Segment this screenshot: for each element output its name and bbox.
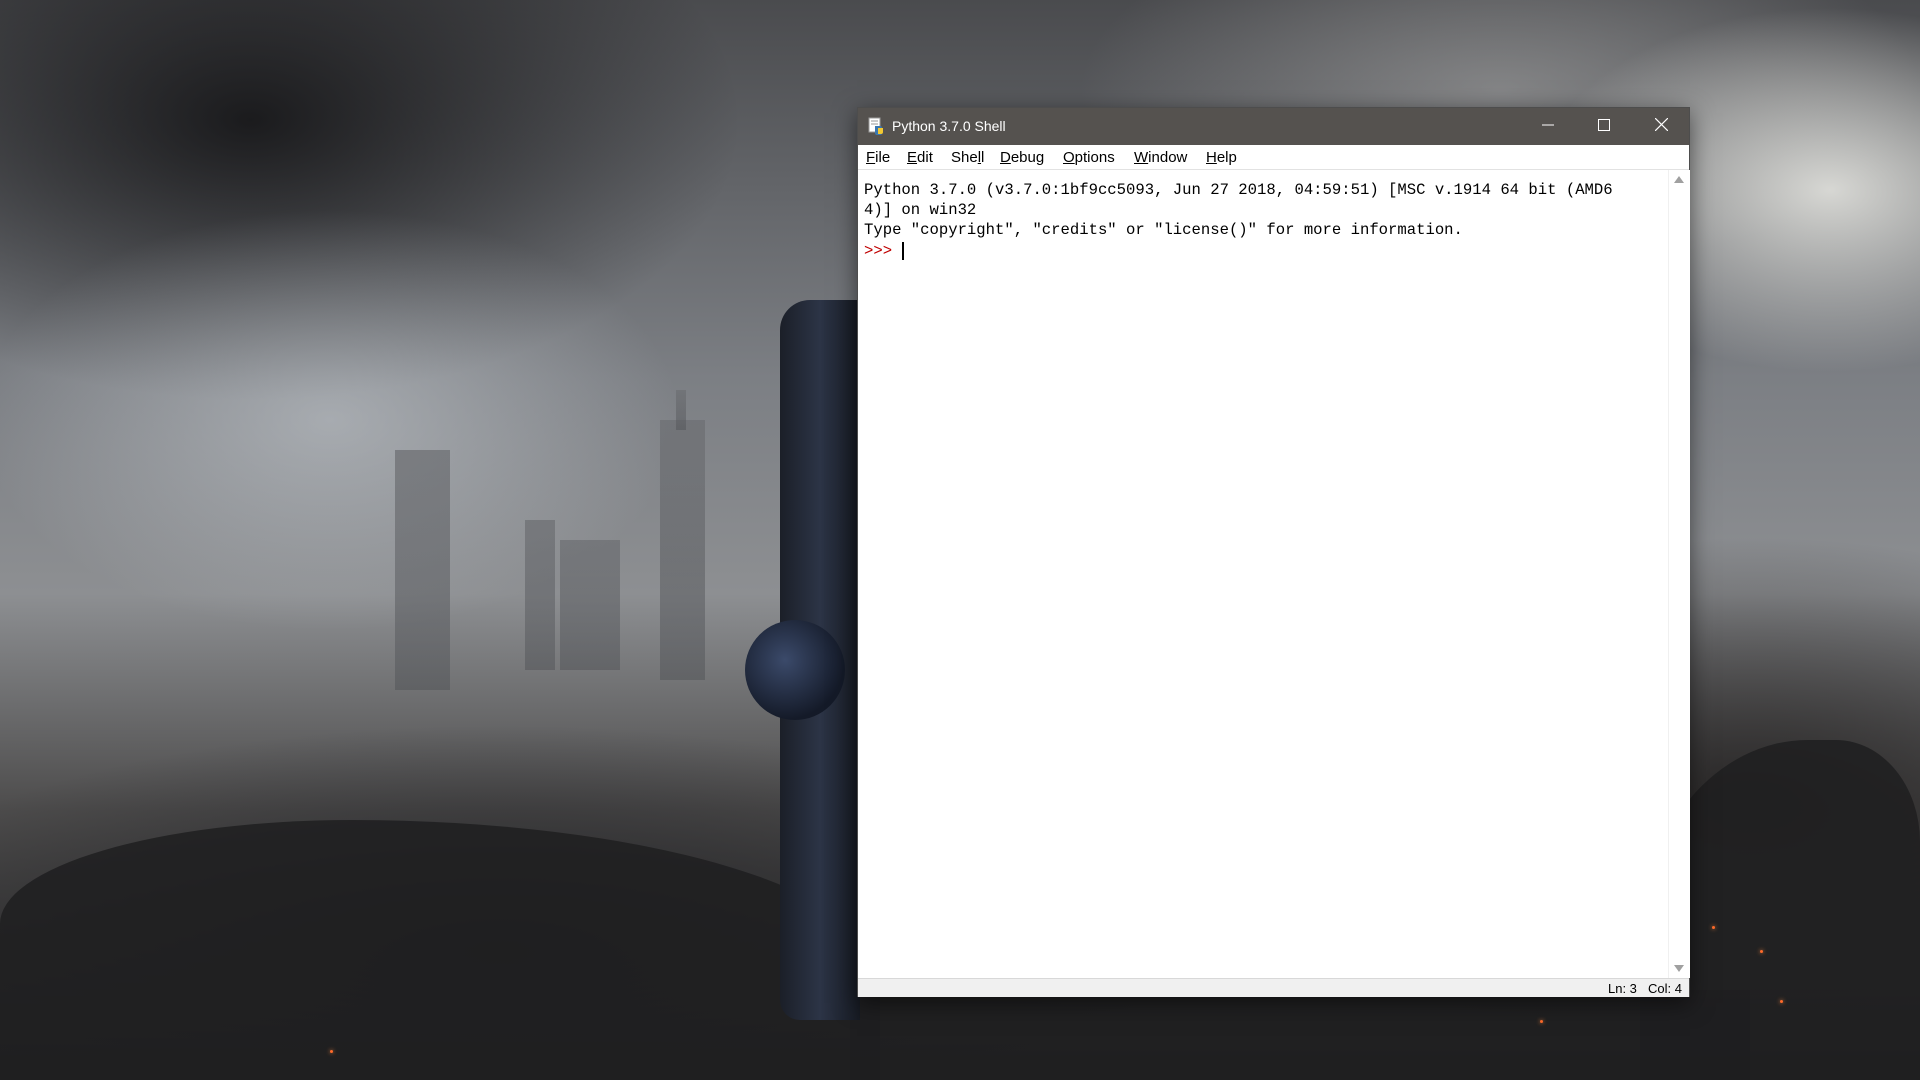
- menu-debug-mnemonic: D: [1000, 149, 1011, 166]
- status-line-number: Ln: 3: [1608, 981, 1637, 996]
- menu-shell-label-start: She: [951, 149, 978, 166]
- window-title: Python 3.7.0 Shell: [892, 118, 1006, 134]
- menu-window[interactable]: Window: [1134, 149, 1187, 166]
- wallpaper-ember: [1760, 950, 1763, 953]
- close-button[interactable]: [1633, 108, 1689, 145]
- wallpaper-tower: [525, 520, 555, 670]
- vertical-scrollbar[interactable]: [1668, 170, 1690, 978]
- menu-bar: File Edit Shell Debug Options Window Hel…: [858, 145, 1689, 170]
- shell-banner-line: Python 3.7.0 (v3.7.0:1bf9cc5093, Jun 27 …: [864, 181, 1613, 199]
- menu-options-mnemonic: O: [1063, 149, 1075, 166]
- menu-debug-label: ebug: [1010, 149, 1045, 166]
- menu-help-label: elp: [1216, 149, 1237, 166]
- wallpaper-ember: [1712, 926, 1715, 929]
- wallpaper-rubble: [850, 990, 1750, 1080]
- status-bar: Ln: 3 Col: 4: [858, 978, 1689, 997]
- minimize-button[interactable]: [1520, 108, 1576, 145]
- text-cursor: [902, 242, 904, 260]
- menu-file-mnemonic: F: [866, 149, 876, 166]
- minimize-icon: [1542, 118, 1554, 136]
- shell-prompt: >>>: [864, 242, 902, 260]
- wallpaper-tower: [676, 390, 686, 430]
- menu-edit-mnemonic: E: [907, 149, 918, 166]
- wallpaper-ember: [1780, 1000, 1783, 1003]
- menu-edit-label: dit: [917, 149, 933, 166]
- idle-shell-window[interactable]: Python 3.7.0 Shell File Edit Shell Debug…: [857, 107, 1690, 997]
- wallpaper-tower: [660, 420, 705, 680]
- wallpaper-helmet: [745, 620, 845, 720]
- scroll-up-icon[interactable]: [1674, 176, 1684, 183]
- shell-info-line: Type "copyright", "credits" or "license(…: [864, 221, 1463, 239]
- shell-banner-line: 4)] on win32: [864, 201, 977, 219]
- maximize-icon: [1598, 118, 1610, 136]
- python-idle-icon: [867, 117, 885, 135]
- menu-help-mnemonic: H: [1206, 149, 1217, 166]
- scroll-down-icon[interactable]: [1674, 965, 1684, 972]
- menu-shell[interactable]: Shell: [951, 149, 984, 166]
- menu-help[interactable]: Help: [1206, 149, 1237, 166]
- menu-debug[interactable]: Debug: [1000, 149, 1044, 166]
- wallpaper-ember: [1540, 1020, 1543, 1023]
- menu-shell-label-end: l: [981, 149, 985, 166]
- close-icon: [1654, 117, 1668, 136]
- wallpaper-rubble: [0, 820, 880, 1080]
- title-bar[interactable]: Python 3.7.0 Shell: [858, 108, 1689, 145]
- wallpaper-tower: [560, 540, 620, 670]
- menu-file[interactable]: File: [866, 149, 890, 166]
- wallpaper-ember: [330, 1050, 333, 1053]
- menu-window-label: indow: [1148, 149, 1188, 166]
- menu-edit[interactable]: Edit: [907, 149, 933, 166]
- menu-options[interactable]: Options: [1063, 149, 1115, 166]
- wallpaper-tower: [395, 450, 450, 690]
- maximize-button[interactable]: [1576, 108, 1632, 145]
- menu-window-mnemonic: W: [1134, 149, 1149, 166]
- status-column-number: Col: 4: [1648, 981, 1682, 996]
- menu-options-label: ptions: [1074, 149, 1115, 166]
- shell-text-area[interactable]: Python 3.7.0 (v3.7.0:1bf9cc5093, Jun 27 …: [858, 170, 1668, 978]
- menu-file-label: ile: [875, 149, 891, 166]
